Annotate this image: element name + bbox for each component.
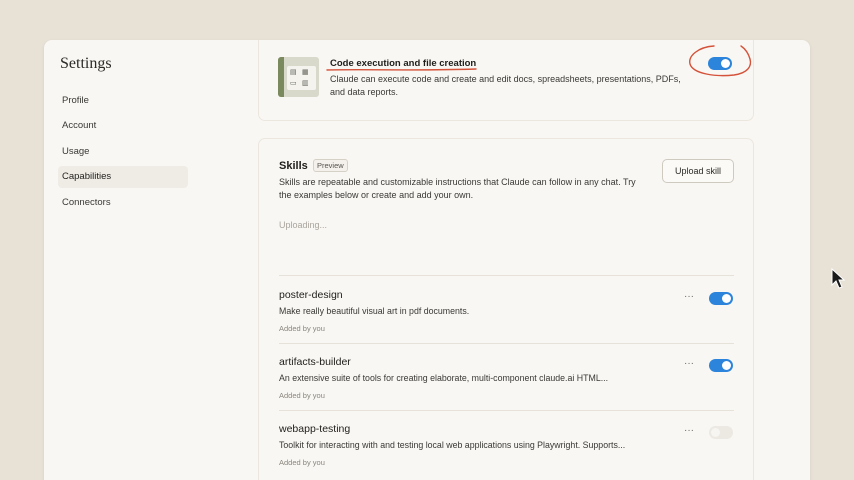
skills-description: Skills are repeatable and customizable i… <box>279 177 636 200</box>
thumbnail-stripe <box>278 57 284 97</box>
mouse-cursor-icon <box>831 268 845 289</box>
document-icon: ▤ <box>290 68 297 76</box>
settings-nav: Profile Account Usage Capabilities Conne… <box>58 90 188 217</box>
feature-thumbnail: ▤ ▦ ▭ ▥ <box>278 57 319 97</box>
skill-toggle-poster-design[interactable] <box>709 292 733 305</box>
skill-meta: Added by you <box>279 391 325 400</box>
more-options-icon[interactable]: ··· <box>684 291 694 302</box>
chart-icon: ▥ <box>302 79 309 87</box>
skill-name-artifacts-builder: artifacts-builder <box>279 356 351 368</box>
divider <box>279 275 734 276</box>
preview-badge: Preview <box>313 159 348 172</box>
nav-item-usage[interactable]: Usage <box>58 141 188 163</box>
feature-description: Claude can execute code and create and e… <box>330 74 681 97</box>
spreadsheet-icon: ▦ <box>302 68 309 76</box>
divider <box>279 410 734 411</box>
skill-name-webapp-testing: webapp-testing <box>279 423 351 435</box>
page-title: Settings <box>60 55 112 72</box>
more-options-icon[interactable]: ··· <box>684 425 694 436</box>
skill-description: Make really beautiful visual art in pdf … <box>279 306 470 316</box>
code-execution-toggle[interactable] <box>708 57 732 70</box>
nav-item-capabilities[interactable]: Capabilities <box>58 166 188 189</box>
skill-toggle-webapp-testing[interactable] <box>709 426 733 439</box>
nav-item-account[interactable]: Account <box>58 115 188 137</box>
nav-item-connectors[interactable]: Connectors <box>58 192 188 214</box>
more-options-icon[interactable]: ··· <box>684 358 694 369</box>
thumbnail-panel: ▤ ▦ ▭ ▥ <box>287 66 316 90</box>
skill-description: Toolkit for interacting with and testing… <box>279 440 626 450</box>
skill-description: An extensive suite of tools for creating… <box>279 373 609 383</box>
settings-window: Settings Profile Account Usage Capabilit… <box>44 40 810 480</box>
skills-title: Skills <box>279 160 308 172</box>
skill-toggle-artifacts-builder[interactable] <box>709 359 733 372</box>
skill-meta: Added by you <box>279 458 325 467</box>
divider <box>279 343 734 344</box>
skill-name-poster-design: poster-design <box>279 289 343 301</box>
skill-meta: Added by you <box>279 324 325 333</box>
nav-item-profile[interactable]: Profile <box>58 90 188 112</box>
upload-skill-button[interactable]: Upload skill <box>662 159 734 183</box>
folder-icon: ▭ <box>290 79 297 87</box>
upload-status: Uploading... <box>279 220 328 230</box>
